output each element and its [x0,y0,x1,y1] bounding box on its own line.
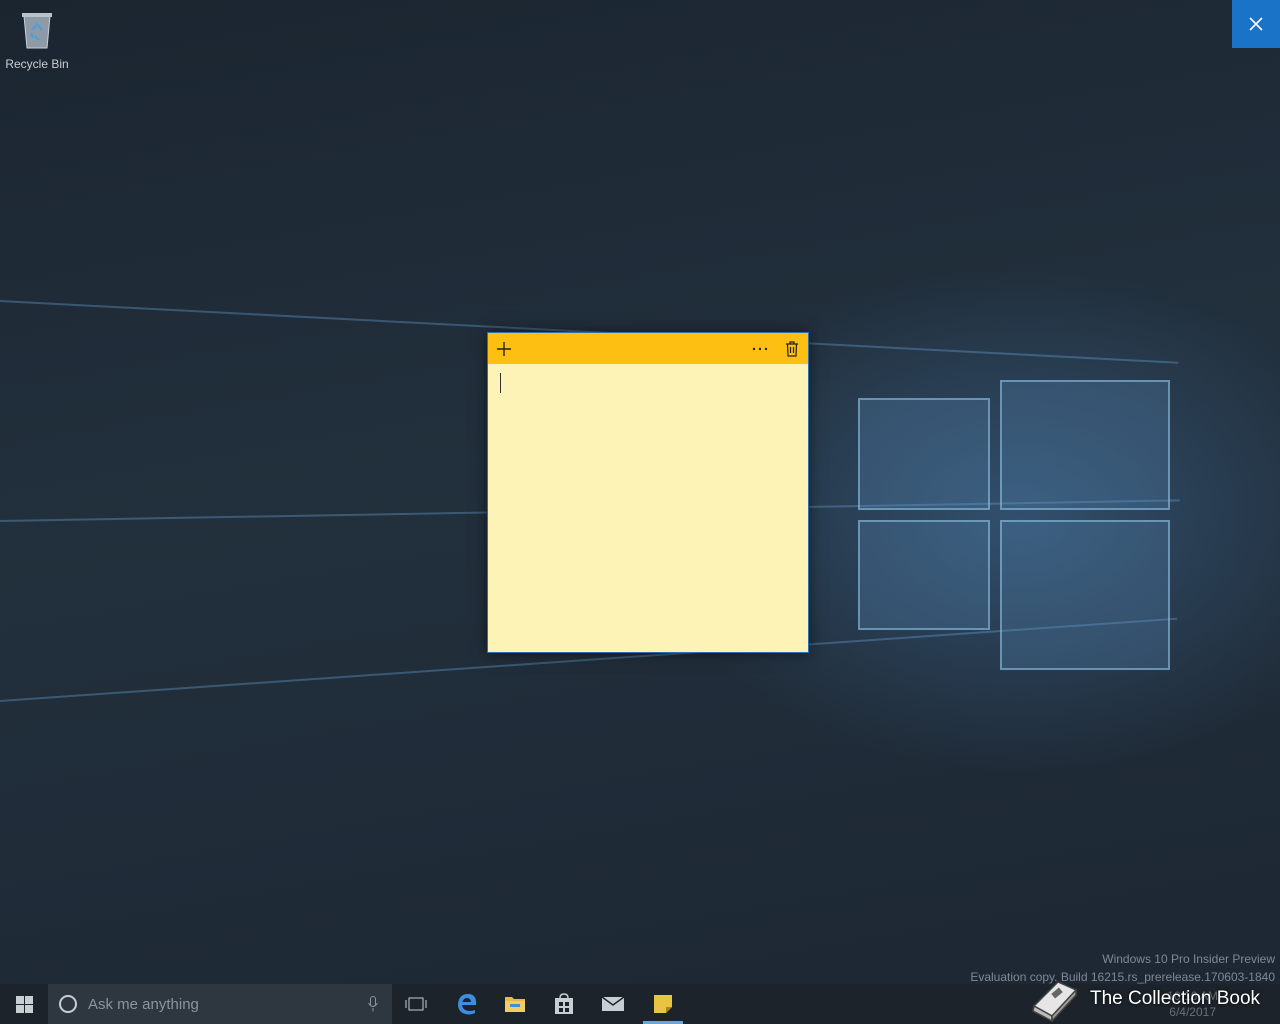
microphone-icon[interactable] [368,996,378,1012]
sticky-notes-icon [654,995,672,1013]
menu-button[interactable] [744,333,776,364]
recycle-bin-icon [22,13,52,49]
wallpaper-pane [858,520,990,630]
store-button[interactable] [540,984,588,1024]
search-box[interactable]: Ask me anything [48,984,392,1024]
windows-logo-icon [15,995,33,1013]
sticky-notes-button[interactable] [639,984,687,1024]
note-text-area[interactable] [488,364,808,652]
trash-icon [786,340,798,357]
wallpaper-pane [1000,520,1170,670]
store-icon [555,993,573,1014]
start-button[interactable] [0,984,48,1024]
edge-button[interactable] [443,984,491,1024]
file-explorer-button[interactable] [491,984,539,1024]
folder-icon [505,997,525,1012]
new-note-button[interactable] [488,333,520,364]
text-caret [500,373,501,393]
book-icon [1032,981,1078,1022]
wallpaper-pane [1000,380,1170,510]
close-icon [1249,17,1263,31]
delete-note-button[interactable] [776,333,808,364]
sticky-note [487,332,809,653]
task-view-button[interactable] [392,984,440,1024]
task-view-icon [405,997,427,1011]
close-button[interactable] [1232,0,1280,48]
more-icon [752,347,768,350]
recycle-bin[interactable]: Recycle Bin [4,6,70,76]
watermark-edition: Windows 10 Pro Insider Preview [1102,952,1275,966]
recycle-bin-label: Recycle Bin [5,57,69,71]
edge-icon [458,994,477,1015]
plus-icon [497,341,511,356]
cortana-icon [59,995,77,1013]
collection-book-label: The Collection Book [1090,988,1261,1009]
mail-button[interactable] [589,984,637,1024]
search-placeholder: Ask me anything [88,995,199,1013]
collection-book-logo: The Collection Book [1028,974,1280,1024]
wallpaper-pane [858,398,990,510]
sticky-note-header[interactable] [488,333,808,364]
mail-icon [601,996,625,1011]
